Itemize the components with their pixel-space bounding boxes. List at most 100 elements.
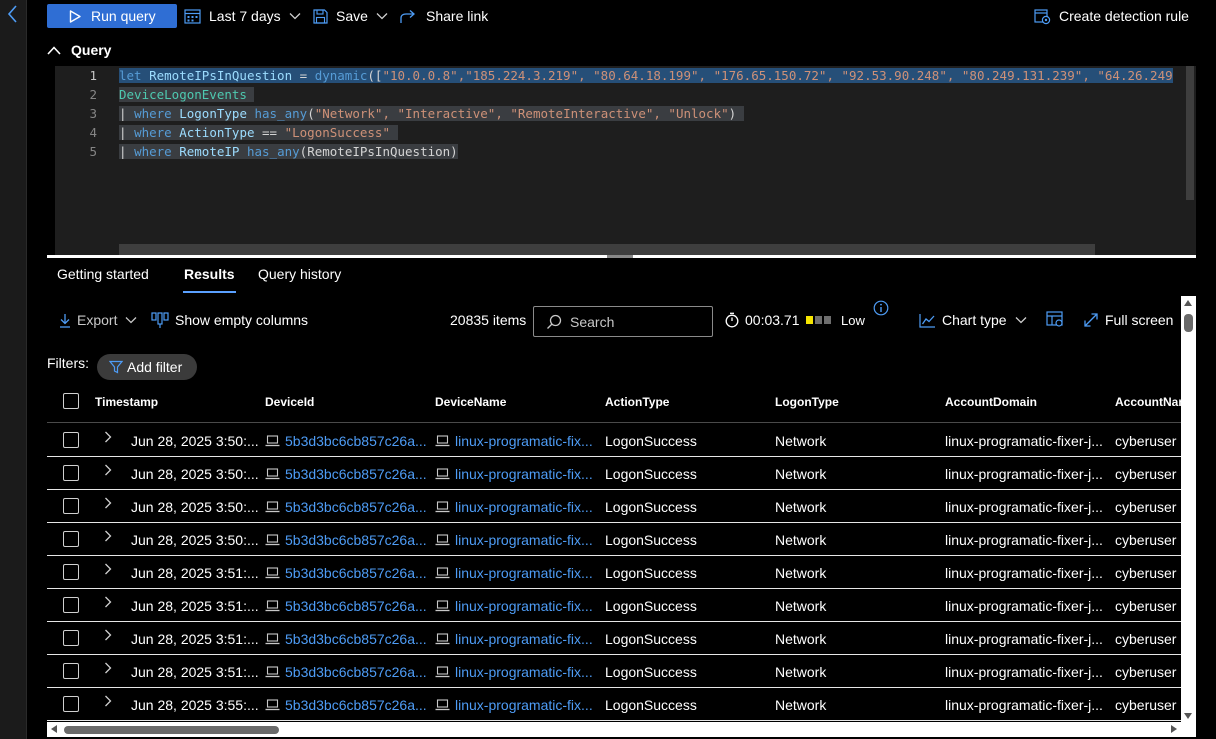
table-row[interactable]: Jun 28, 2025 3:55:... 5b3d3bc6cb857c26a..… (47, 688, 1181, 721)
show-empty-columns-button[interactable]: Show empty columns (151, 310, 308, 330)
share-link-button[interactable]: Share link (400, 6, 488, 26)
cell-device-id[interactable]: 5b3d3bc6cb857c26a... (265, 598, 427, 614)
time-range-dropdown[interactable]: Last 7 days (184, 6, 301, 26)
device-name-link[interactable]: linux-programatic-fix... (455, 532, 593, 548)
table-row[interactable]: Jun 28, 2025 3:51:... 5b3d3bc6cb857c26a..… (47, 556, 1181, 589)
chevron-right-icon[interactable] (103, 529, 113, 543)
cell-device-name[interactable]: linux-programatic-fix... (435, 565, 593, 581)
row-checkbox[interactable] (63, 663, 79, 679)
cell-device-name[interactable]: linux-programatic-fix... (435, 598, 593, 614)
column-header[interactable]: LogonType (775, 395, 839, 409)
cell-device-id[interactable]: 5b3d3bc6cb857c26a... (265, 433, 427, 449)
chevron-right-icon[interactable] (103, 595, 113, 609)
row-checkbox[interactable] (63, 630, 79, 646)
cell-device-id[interactable]: 5b3d3bc6cb857c26a... (265, 466, 427, 482)
device-name-link[interactable]: linux-programatic-fix... (455, 598, 593, 614)
results-horizontal-scrollbar[interactable] (47, 722, 1181, 737)
scroll-right-icon[interactable] (1171, 725, 1177, 733)
device-name-link[interactable]: linux-programatic-fix... (455, 697, 593, 713)
row-checkbox[interactable] (63, 597, 79, 613)
scrollbar-thumb[interactable] (64, 726, 279, 734)
chevron-right-icon[interactable] (103, 430, 113, 444)
chevron-left-icon[interactable] (5, 4, 21, 24)
table-row[interactable]: Jun 28, 2025 3:51:... 5b3d3bc6cb857c26a..… (47, 589, 1181, 622)
device-id-link[interactable]: 5b3d3bc6cb857c26a... (285, 631, 427, 647)
editor-horizontal-scrollbar[interactable] (119, 244, 1095, 255)
device-name-link[interactable]: linux-programatic-fix... (455, 433, 593, 449)
row-checkbox[interactable] (63, 531, 79, 547)
scroll-left-icon[interactable] (51, 725, 57, 733)
cell-device-name[interactable]: linux-programatic-fix... (435, 499, 593, 515)
row-checkbox[interactable] (63, 465, 79, 481)
device-name-link[interactable]: linux-programatic-fix... (455, 466, 593, 482)
tab-results[interactable]: Results (183, 266, 236, 293)
cell-device-name[interactable]: linux-programatic-fix... (435, 532, 593, 548)
query-section-toggle[interactable]: Query (47, 40, 111, 60)
cell-device-name[interactable]: linux-programatic-fix... (435, 697, 593, 713)
scroll-up-icon[interactable] (1184, 300, 1192, 306)
full-screen-button[interactable]: Full screen (1083, 310, 1173, 330)
device-id-link[interactable]: 5b3d3bc6cb857c26a... (285, 598, 427, 614)
add-filter-button[interactable]: Add filter (97, 354, 198, 380)
row-checkbox[interactable] (63, 432, 79, 448)
tab-query-history[interactable]: Query history (258, 266, 341, 282)
editor-vertical-scrollbar[interactable] (1186, 66, 1194, 200)
table-row[interactable]: Jun 28, 2025 3:51:... 5b3d3bc6cb857c26a..… (47, 655, 1181, 688)
device-name-link[interactable]: linux-programatic-fix... (455, 499, 593, 515)
row-checkbox[interactable] (63, 696, 79, 712)
create-detection-rule-button[interactable]: Create detection rule (1034, 6, 1189, 26)
device-id-link[interactable]: 5b3d3bc6cb857c26a... (285, 664, 427, 680)
table-row[interactable]: Jun 28, 2025 3:50:... 5b3d3bc6cb857c26a..… (47, 490, 1181, 523)
table-row[interactable]: Jun 28, 2025 3:50:... 5b3d3bc6cb857c26a..… (47, 424, 1181, 457)
cell-device-name[interactable]: linux-programatic-fix... (435, 466, 593, 482)
cell-device-name[interactable]: linux-programatic-fix... (435, 631, 593, 647)
chevron-right-icon[interactable] (103, 496, 113, 510)
column-header[interactable]: DeviceName (435, 395, 506, 409)
device-id-link[interactable]: 5b3d3bc6cb857c26a... (285, 499, 427, 515)
chevron-right-icon[interactable] (103, 661, 113, 675)
row-checkbox[interactable] (63, 498, 79, 514)
cell-device-id[interactable]: 5b3d3bc6cb857c26a... (265, 499, 427, 515)
device-id-link[interactable]: 5b3d3bc6cb857c26a... (285, 466, 427, 482)
device-id-link[interactable]: 5b3d3bc6cb857c26a... (285, 565, 427, 581)
row-checkbox[interactable] (63, 564, 79, 580)
device-name-link[interactable]: linux-programatic-fix... (455, 631, 593, 647)
pane-splitter[interactable] (47, 255, 1196, 258)
chevron-right-icon[interactable] (103, 463, 113, 477)
device-name-link[interactable]: linux-programatic-fix... (455, 565, 593, 581)
column-header[interactable]: ActionType (605, 395, 669, 409)
table-row[interactable]: Jun 28, 2025 3:50:... 5b3d3bc6cb857c26a..… (47, 523, 1181, 556)
run-query-button[interactable]: Run query (47, 4, 177, 28)
tab-getting-started[interactable]: Getting started (57, 266, 149, 282)
chevron-right-icon[interactable] (103, 694, 113, 708)
export-dropdown[interactable]: Export (59, 310, 143, 330)
column-settings-icon[interactable] (1046, 311, 1064, 328)
column-header[interactable]: Timestamp (95, 395, 158, 409)
device-name-link[interactable]: linux-programatic-fix... (455, 664, 593, 680)
chevron-right-icon[interactable] (103, 628, 113, 642)
column-header[interactable]: DeviceId (265, 395, 314, 409)
cell-device-id[interactable]: 5b3d3bc6cb857c26a... (265, 664, 427, 680)
device-id-link[interactable]: 5b3d3bc6cb857c26a... (285, 532, 427, 548)
chevron-right-icon[interactable] (103, 562, 113, 576)
results-search-box[interactable] (533, 306, 713, 337)
table-row[interactable]: Jun 28, 2025 3:51:... 5b3d3bc6cb857c26a..… (47, 622, 1181, 655)
results-vertical-scrollbar[interactable] (1181, 296, 1196, 722)
cell-device-name[interactable]: linux-programatic-fix... (435, 664, 593, 680)
select-all-checkbox[interactable] (63, 393, 79, 409)
scrollbar-thumb[interactable] (1184, 314, 1193, 332)
table-row[interactable]: Jun 28, 2025 3:50:... 5b3d3bc6cb857c26a..… (47, 457, 1181, 490)
code-area[interactable]: let RemoteIPsInQuestion = dynamic(["10.0… (119, 66, 1185, 244)
chart-type-dropdown[interactable]: Chart type (919, 310, 1033, 330)
cell-device-id[interactable]: 5b3d3bc6cb857c26a... (265, 631, 427, 647)
search-input[interactable] (570, 313, 700, 330)
scroll-down-icon[interactable] (1184, 713, 1192, 719)
device-id-link[interactable]: 5b3d3bc6cb857c26a... (285, 697, 427, 713)
cell-device-name[interactable]: linux-programatic-fix... (435, 433, 593, 449)
column-header[interactable]: AccountDomain (945, 395, 1037, 409)
query-editor[interactable]: 1 2 3 4 5 let RemoteIPsInQuestion = dyna… (55, 66, 1196, 255)
cell-device-id[interactable]: 5b3d3bc6cb857c26a... (265, 565, 427, 581)
splitter-grip[interactable] (607, 255, 633, 258)
save-dropdown[interactable]: Save (313, 6, 388, 26)
cell-device-id[interactable]: 5b3d3bc6cb857c26a... (265, 532, 427, 548)
